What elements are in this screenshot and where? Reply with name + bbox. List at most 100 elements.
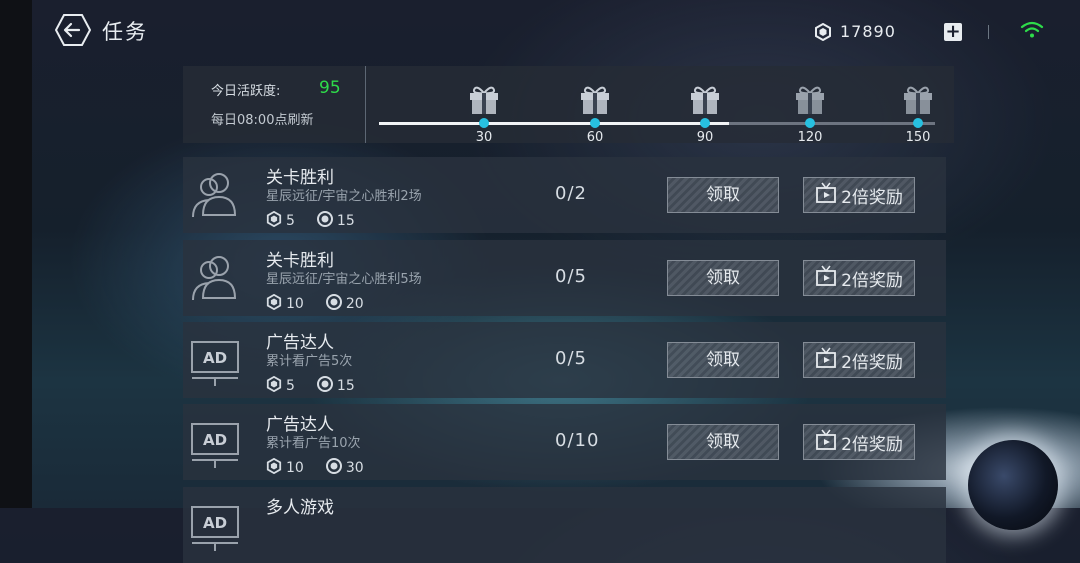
gift-box-icon[interactable]	[688, 84, 722, 116]
back-button[interactable]	[54, 14, 92, 46]
coin-reward: 15	[316, 376, 355, 396]
coin-reward: 30	[325, 458, 364, 478]
task-row: 关卡胜利 星辰远征/宇宙之心胜利2场 5 15 0/2 领取 2倍奖励	[183, 157, 946, 233]
wifi-icon	[1020, 21, 1044, 38]
double-reward-button[interactable]: 2倍奖励	[803, 424, 915, 460]
coin-reward: 20	[325, 294, 364, 314]
gift-box-icon[interactable]	[793, 84, 827, 116]
left-edge-strip	[0, 0, 32, 508]
background-black-hole	[968, 440, 1058, 530]
video-ad-icon	[815, 182, 837, 209]
milestone-label: 60	[586, 130, 604, 145]
task-description: 累计看广告10次	[266, 436, 361, 451]
milestone-dot	[479, 118, 489, 128]
gem-reward-amount: 10	[286, 460, 304, 476]
gift-box-icon[interactable]	[901, 84, 935, 116]
people-icon	[189, 250, 241, 306]
task-rewards: 10 30	[266, 457, 364, 478]
task-description: 累计看广告5次	[266, 354, 353, 369]
task-progress: 0/5	[555, 266, 587, 287]
milestone-dot	[805, 118, 815, 128]
milestone-label: 30	[475, 130, 493, 145]
double-reward-label: 2倍奖励	[841, 434, 903, 455]
task-description: 星辰远征/宇宙之心胜利5场	[266, 272, 422, 287]
page-title: 任务	[102, 20, 148, 44]
milestone-label: 90	[696, 130, 714, 145]
svg-text:AD: AD	[203, 349, 227, 367]
activity-summary: 今日活跃度: 95 每日08:00点刷新	[183, 66, 366, 143]
gem-reward: 10	[266, 457, 304, 478]
gem-reward: 5	[266, 210, 295, 231]
back-arrow-icon	[54, 14, 92, 46]
coin-reward-amount: 15	[336, 378, 355, 394]
task-row: AD 广告达人 累计看广告10次 10 30 0/10 领取 2倍奖励	[183, 404, 946, 480]
task-row: AD 广告达人 累计看广告5次 5 15 0/5 领取 2倍奖励	[183, 322, 946, 398]
coin-reward-amount: 15	[336, 213, 355, 229]
gem-reward: 10	[266, 293, 304, 314]
claim-button[interactable]: 领取	[667, 342, 779, 378]
task-row: AD 多人游戏	[183, 487, 946, 563]
coin-icon	[325, 458, 342, 478]
gem-reward: 5	[266, 375, 295, 396]
task-row: 关卡胜利 星辰远征/宇宙之心胜利5场 10 20 0/5 领取 2倍奖励	[183, 240, 946, 316]
currency-value: 17890	[840, 22, 896, 41]
gem-icon	[266, 210, 282, 231]
milestone-dot	[700, 118, 710, 128]
people-icon	[189, 167, 241, 223]
task-rewards: 5 15	[266, 375, 355, 396]
video-ad-icon	[815, 265, 837, 292]
plus-icon: +	[945, 21, 961, 42]
double-reward-label: 2倍奖励	[841, 187, 903, 208]
milestone-dot	[590, 118, 600, 128]
coin-icon	[325, 294, 342, 314]
milestone-dot	[913, 118, 923, 128]
coin-reward-amount: 30	[345, 460, 364, 476]
gem-reward-amount: 5	[286, 213, 295, 229]
activity-value: 95	[319, 78, 341, 98]
milestone-label: 150	[905, 130, 931, 145]
claim-button[interactable]: 领取	[667, 177, 779, 213]
task-rewards: 10 20	[266, 293, 364, 314]
task-title: 多人游戏	[266, 498, 334, 518]
task-rewards: 5 15	[266, 210, 355, 231]
svg-text:AD: AD	[203, 514, 227, 532]
activity-progress-bar	[379, 122, 935, 125]
video-ad-icon	[815, 429, 837, 456]
coin-icon	[316, 376, 333, 396]
activity-panel: 今日活跃度: 95 每日08:00点刷新 30 60 90 120 150	[183, 66, 954, 145]
header-divider	[988, 25, 989, 39]
activity-progress-fill	[379, 122, 730, 125]
gem-icon	[266, 375, 282, 396]
gift-box-icon[interactable]	[467, 84, 501, 116]
double-reward-button[interactable]: 2倍奖励	[803, 177, 915, 213]
gem-icon	[266, 457, 282, 478]
double-reward-button[interactable]: 2倍奖励	[803, 342, 915, 378]
ad-icon: AD	[189, 414, 241, 470]
coin-icon	[316, 211, 333, 231]
double-reward-label: 2倍奖励	[841, 270, 903, 291]
svg-text:AD: AD	[203, 431, 227, 449]
add-currency-button[interactable]: +	[944, 23, 962, 41]
coin-reward: 15	[316, 211, 355, 231]
task-progress: 0/5	[555, 348, 587, 369]
task-description: 星辰远征/宇宙之心胜利2场	[266, 189, 422, 204]
double-reward-label: 2倍奖励	[841, 352, 903, 373]
double-reward-button[interactable]: 2倍奖励	[803, 260, 915, 296]
video-ad-icon	[815, 347, 837, 374]
milestone-label: 120	[797, 130, 823, 145]
task-progress: 0/2	[555, 183, 587, 204]
claim-button[interactable]: 领取	[667, 424, 779, 460]
claim-button[interactable]: 领取	[667, 260, 779, 296]
gem-reward-amount: 10	[286, 296, 304, 312]
gem-currency: 17890	[814, 22, 896, 41]
ad-icon: AD	[189, 497, 241, 553]
gem-icon	[266, 293, 282, 314]
gift-box-icon[interactable]	[578, 84, 612, 116]
gem-reward-amount: 5	[286, 378, 295, 394]
gem-icon	[815, 22, 831, 41]
activity-label: 今日活跃度:	[211, 84, 281, 99]
ad-icon: AD	[189, 332, 241, 388]
task-progress: 0/10	[555, 430, 600, 451]
coin-reward-amount: 20	[345, 296, 364, 312]
refresh-time-text: 每日08:00点刷新	[211, 113, 314, 128]
